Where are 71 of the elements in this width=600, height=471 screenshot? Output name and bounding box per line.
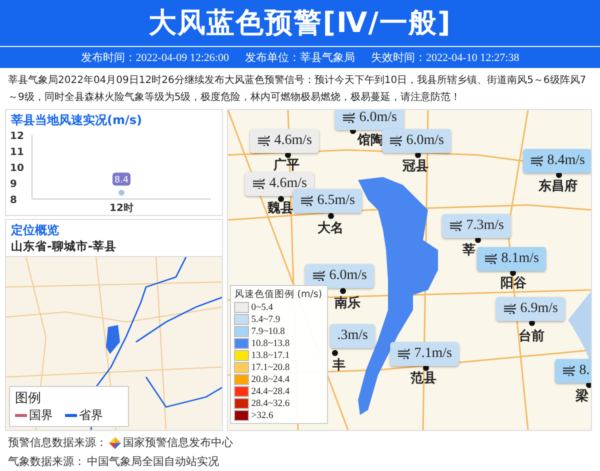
wind-marker: .3m/s [330,324,375,348]
wind-icon [530,156,544,166]
wind-icon [389,136,404,146]
city-label: 大名 [317,222,344,236]
wind-icon [503,304,518,314]
legend-label: 28.4~32.6 [251,398,290,408]
legend-label: 24.4~28.4 [251,386,290,396]
legend-label: 20.8~24.4 [251,374,290,384]
wind-icon [300,196,314,206]
legend-label: 10.8~13.8 [251,338,290,348]
wind-icon [257,136,272,146]
legend-title: 风速色值图例 (m/s) [234,288,324,301]
city-label: 丰 [332,359,346,373]
wind-marker: 7.1m/s [390,342,459,366]
wind-marker: 4.6m/s [245,172,314,196]
wind-icon [342,113,356,123]
city-label: 东昌府 [538,180,578,194]
source-name: 中国气象局全国自动站实况 [87,454,219,469]
wind-icon [252,179,266,189]
city-label: 莘 [462,244,476,258]
warning-description: 莘县气象局2022年04月09日12时26分继续发布大风蓝色预警信号：预计今天下午到10日，我县所辖乡镇、街道南风5～6级阵风7～9级，同时全县森林火险气象等级为5级，极度危险，林内可燃物极易燃烧，极易蔓延，请注意防范！ [8,74,588,105]
wind-marker: 4.6m/s [250,129,319,153]
y-tick-label: 10 [10,163,24,174]
wind-marker: 7.3m/s [442,214,511,238]
panel-title: 定位概览 [10,222,60,239]
city-dot [332,350,338,356]
city-label: 南乐 [334,297,360,311]
wind-icon [449,221,464,231]
legend-label: 17.1~20.8 [251,362,290,372]
wind-marker: 6.0m/s [335,110,404,130]
wind-marker: 6.9m/s [496,297,565,321]
wind-icon [484,254,498,264]
source-label: 预警信息数据来源： [8,435,107,450]
y-tick-label: 8 [10,195,17,206]
city-dot [340,288,346,294]
wind-marker: 6.0m/s [305,264,374,288]
city-dot [278,196,284,202]
diamond-logo-icon [109,436,121,448]
y-tick-label: 9 [10,179,17,190]
legend-label: 7.9~10.8 [251,326,285,336]
wind-icon [562,366,576,376]
legend-title: 图例 [15,390,42,407]
meta-info: 失效时间：2022-04-10 12:27:38 [371,51,520,65]
wind-speed-chart: 8 9 10 11 12 12时 8.4 [6,129,216,215]
warning-title: 大风蓝色预警[Ⅳ/一般] [148,5,452,41]
legend-label: 省界 [79,407,103,424]
source-name[interactable]: 国家预警信息发布中心 [123,435,233,450]
meta-info: 发布单位：莘县气象局 [245,50,355,65]
city-label: 台前 [518,330,544,344]
city-label: 梁 [575,390,588,404]
wind-marker: 6.0m/s [382,129,451,153]
wind-icon [312,271,326,281]
wind-marker: 8. [555,359,591,383]
wind-marker: 6.5m/s [293,189,362,213]
legend-label: 5.4~7.9 [251,314,280,324]
legend-label: 13.8~17.1 [251,350,290,360]
panel-title: 莘县当地风速实况(m/s) [10,112,143,129]
wind-icon [397,349,412,359]
y-tick-label: 11 [10,147,24,158]
x-tick-label: 12时 [110,202,134,214]
location-path: 山东省-聊城市-莘县 [10,239,118,255]
y-tick-label: 12 [10,131,24,142]
city-dot [328,213,334,219]
legend-label: 国界 [29,407,53,424]
source-label: 气象数据来源： [8,454,85,469]
wind-marker: 8.4m/s [523,149,591,173]
wind-marker: 8.1m/s [477,247,546,271]
legend-label: >32.6 [251,410,274,420]
data-label: 8.4 [114,176,129,186]
meta-info: 发布时间：2022-04-09 12:26:00 [80,51,229,65]
legend-label: 0~5.4 [251,302,274,312]
